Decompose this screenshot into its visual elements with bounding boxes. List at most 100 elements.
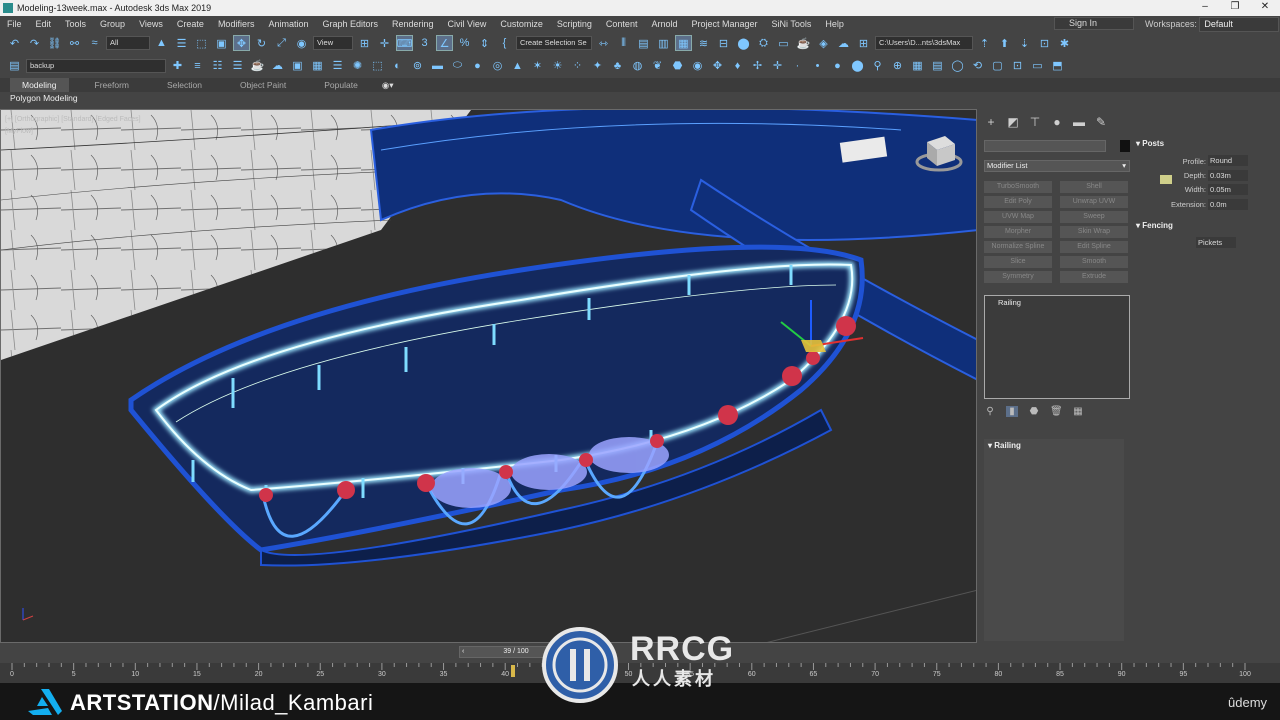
modifier-stack-entry[interactable]: Railing [985,296,1129,307]
torus-primitive-icon[interactable]: ◎ [489,58,506,74]
ribbon-options-icon[interactable]: ◉▾ [370,78,406,92]
create-layer-icon[interactable]: ✚ [169,58,186,74]
lock-icon[interactable]: ⊕ [889,58,906,74]
named-selection-sets-dropdown[interactable]: Create Selection Se [516,36,592,50]
menu-customize[interactable]: Customize [493,19,550,29]
motion-tab-icon[interactable]: ● [1050,115,1064,129]
depth-spinner[interactable]: 0.03m [1208,170,1248,181]
minimize-icon[interactable]: – [1190,0,1220,16]
monitor-icon[interactable]: ▭ [1029,58,1046,74]
layer-manager-icon[interactable]: ▤ [6,58,23,74]
curve-editor-icon[interactable]: ≋ [695,35,712,51]
angle-snap-icon[interactable]: ∠ [436,35,453,51]
cloud-icon[interactable]: ☁ [269,58,286,74]
grid-toggle-icon[interactable]: ▦ [909,58,926,74]
restore-icon[interactable]: ❐ [1220,0,1250,16]
reference-coord-dropdown[interactable]: View [313,36,353,50]
dot-xlarge-icon[interactable]: ⬤ [849,58,866,74]
modifier-button-uvw-map[interactable]: UVW Map [984,211,1052,223]
bind-space-warp-icon[interactable]: ≈ [86,35,103,51]
select-object-icon[interactable]: ▲ [153,35,170,51]
modifier-button-smooth[interactable]: Smooth [1060,256,1128,268]
extra-tool-3-icon[interactable]: ✱ [1056,35,1073,51]
cone-primitive-icon[interactable]: ▲ [509,58,526,74]
scale-icon[interactable]: ⤢ [273,35,290,51]
square-icon[interactable]: ▢ [989,58,1006,74]
spinner-snap-icon[interactable]: ⇕ [476,35,493,51]
menu-arnold[interactable]: Arnold [644,19,684,29]
workspaces-selector[interactable]: Workspaces: Default [1145,17,1280,32]
tag-icon[interactable]: ⬚ [369,58,386,74]
half-circle-icon[interactable]: ◐ [389,58,406,74]
ribbon-tab-modeling[interactable]: Modeling [10,78,69,92]
viewport-label[interactable]: [+] [Orthographic] [Standard] [Edged Fac… [5,116,141,123]
extra-tool-2-icon[interactable]: ⊡ [1036,35,1053,51]
menu-modifiers[interactable]: Modifiers [211,19,262,29]
modifier-button-extrude[interactable]: Extrude [1060,271,1128,283]
undo-icon[interactable]: ↶ [6,35,23,51]
menu-scripting[interactable]: Scripting [550,19,599,29]
material-editor-icon[interactable]: ⬤ [735,35,752,51]
viewport-perspective[interactable]: [+] [Orthographic] [Standard] [Edged Fac… [0,109,977,643]
menu-tools[interactable]: Tools [58,19,93,29]
leaf-icon[interactable]: ❦ [649,58,666,74]
pin-stack-icon[interactable]: ⚲ [984,406,996,417]
extension-spinner[interactable]: 0.0m [1208,199,1248,210]
boxes-icon[interactable]: ▤ [929,58,946,74]
plus-icon[interactable]: ✛ [769,58,786,74]
menu-content[interactable]: Content [599,19,645,29]
pivot-icon[interactable]: ⊞ [356,35,373,51]
modifier-button-morpher[interactable]: Morpher [984,226,1052,238]
keyboard-shortcut-icon[interactable]: ⌨ [396,35,413,51]
menu-file[interactable]: File [0,19,29,29]
light-bulb-icon[interactable]: ✺ [349,58,366,74]
edit-named-selection-icon[interactable]: { [496,35,513,51]
modifier-button-unwrap-uvw[interactable]: Unwrap UVW [1060,196,1128,208]
extra-tool-icon[interactable]: ⇣ [1016,35,1033,51]
ribbon-tab-populate[interactable]: Populate [312,78,370,92]
utilities-tab-icon[interactable]: ✎ [1094,115,1108,129]
tree-icon[interactable]: ♣ [609,58,626,74]
object-color-swatch[interactable] [1120,140,1130,152]
move-icon[interactable]: ✥ [233,35,250,51]
fencing-rollout-title[interactable]: ▾ Fencing [1136,221,1173,230]
modifier-button-skin-wrap[interactable]: Skin Wrap [1060,226,1128,238]
ribbon-tab-freeform[interactable]: Freeform [83,78,141,92]
modifier-button-slice[interactable]: Slice [984,256,1052,268]
polygon-modeling-label[interactable]: Polygon Modeling [10,93,78,103]
select-layer-objects-icon[interactable]: ☷ [209,58,226,74]
circle-tool-icon[interactable]: ◯ [949,58,966,74]
fencing-type-dropdown[interactable]: Pickets [1196,237,1236,248]
grid-icon[interactable]: ▦ [309,58,326,74]
rendered-frame-window-icon[interactable]: ▭ [775,35,792,51]
modifier-button-symmetry[interactable]: Symmetry [984,271,1052,283]
menu-graph-editors[interactable]: Graph Editors [315,19,385,29]
render-active-icon[interactable]: ◈ [815,35,832,51]
align-icon[interactable]: ⫴ [615,35,632,51]
time-slider-prev-icon[interactable]: ‹ [462,647,464,657]
dot-medium-icon[interactable]: • [809,58,826,74]
remove-modifier-icon[interactable]: 🗑 [1050,406,1063,417]
box-primitive-icon[interactable]: ▬ [429,58,446,74]
schematic-view-icon[interactable]: ⊟ [715,35,732,51]
pan-icon[interactable]: ✥ [709,58,726,74]
dot-large-icon[interactable]: ● [829,58,846,74]
teapot-icon[interactable]: ☕ [249,58,266,74]
add-to-layer-icon[interactable]: ≡ [189,58,206,74]
cylinder-primitive-icon[interactable]: ⬭ [449,58,466,74]
select-manipulate-icon[interactable]: ✛ [376,35,393,51]
rectangular-selection-icon[interactable]: ⬚ [193,35,210,51]
menu-civil-view[interactable]: Civil View [441,19,494,29]
object-name-field[interactable] [984,140,1106,152]
percent-snap-icon[interactable]: % [456,35,473,51]
set-project-icon[interactable]: ⬆ [996,35,1013,51]
mirror-icon[interactable]: ⇿ [595,35,612,51]
snap-tool-icon[interactable]: ✢ [749,58,766,74]
menu-edit[interactable]: Edit [29,19,59,29]
unlink-icon[interactable]: ⚯ [66,35,83,51]
sign-in-button[interactable]: Sign In [1054,17,1134,30]
star-icon[interactable]: ✶ [529,58,546,74]
show-end-result-icon[interactable]: ▮ [1006,406,1018,417]
redo-icon[interactable]: ↷ [26,35,43,51]
link-icon[interactable]: ⛓ [46,35,63,51]
